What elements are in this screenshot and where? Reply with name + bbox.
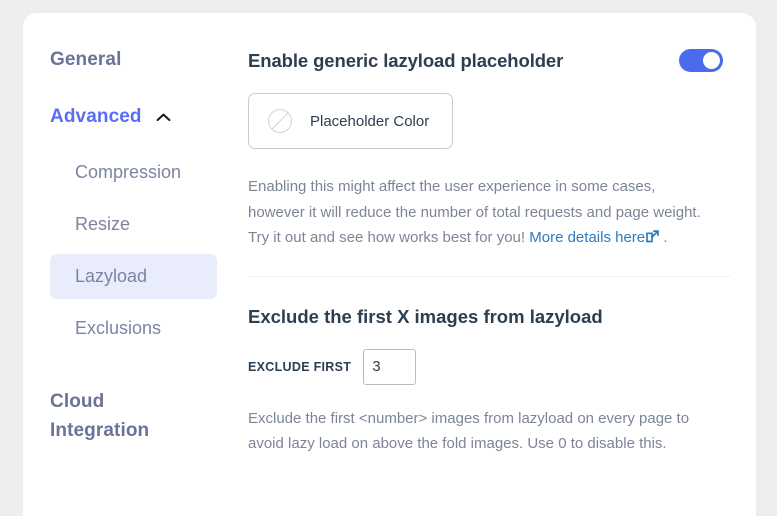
lazyload-placeholder-description: Enabling this might affect the user expe… xyxy=(248,174,708,251)
toggle-knob xyxy=(703,52,720,69)
external-link-icon[interactable] xyxy=(646,226,659,239)
sidebar-item-resize[interactable]: Resize xyxy=(50,202,217,247)
sidebar-item-general-label: General xyxy=(50,49,121,70)
sidebar-item-exclusions[interactable]: Exclusions xyxy=(50,306,217,351)
exclude-first-field-row: EXCLUDE FIRST xyxy=(248,349,723,385)
chevron-up-icon[interactable] xyxy=(156,112,171,123)
exclude-first-label: EXCLUDE FIRST xyxy=(248,360,351,374)
lazyload-placeholder-header: Enable generic lazyload placeholder xyxy=(248,49,723,72)
more-details-link[interactable]: More details here xyxy=(529,229,645,246)
placeholder-color-button[interactable]: Placeholder Color xyxy=(248,93,453,149)
enable-generic-lazyload-placeholder-toggle[interactable] xyxy=(679,49,723,72)
sidebar-item-cloud-integration[interactable]: Cloud Integration xyxy=(23,387,143,445)
no-color-circle-icon xyxy=(267,108,293,134)
exclude-section-description: Exclude the first <number> images from l… xyxy=(248,406,723,457)
main-content: Enable generic lazyload placeholder Plac… xyxy=(233,13,756,516)
placeholder-color-button-label: Placeholder Color xyxy=(310,113,429,130)
sidebar-item-lazyload[interactable]: Lazyload xyxy=(50,254,217,299)
sidebar: General Advanced Compression Resize Lazy… xyxy=(23,13,233,516)
exclude-first-input[interactable] xyxy=(363,349,416,385)
sidebar-item-cloud-integration-label: Cloud Integration xyxy=(50,391,149,441)
sidebar-item-general[interactable]: General xyxy=(23,47,233,73)
page-root: General Advanced Compression Resize Lazy… xyxy=(0,0,777,516)
sidebar-item-exclusions-label: Exclusions xyxy=(75,318,161,338)
section-divider xyxy=(248,276,731,277)
sidebar-item-advanced[interactable]: Advanced xyxy=(23,104,233,130)
settings-card: General Advanced Compression Resize Lazy… xyxy=(23,13,756,516)
page-title: Enable generic lazyload placeholder xyxy=(248,50,563,72)
exclude-section-title: Exclude the first X images from lazyload xyxy=(248,306,723,328)
sidebar-item-resize-label: Resize xyxy=(75,214,130,234)
sidebar-item-advanced-label: Advanced xyxy=(50,104,142,130)
sidebar-item-lazyload-label: Lazyload xyxy=(75,266,147,286)
sidebar-item-compression-label: Compression xyxy=(75,162,181,182)
lazyload-description-suffix: . xyxy=(659,229,667,246)
sidebar-item-compression[interactable]: Compression xyxy=(50,150,217,195)
